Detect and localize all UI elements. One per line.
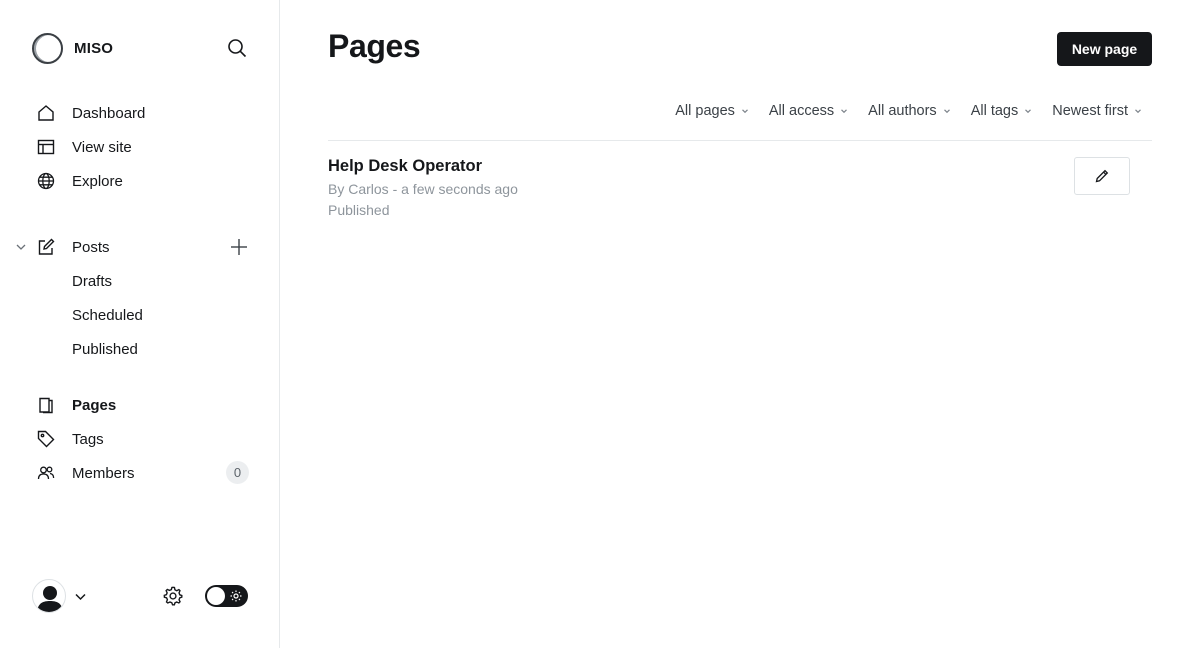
chevron-down-icon: [943, 107, 951, 115]
sun-icon: [229, 589, 243, 603]
filter-label: All tags: [970, 103, 1019, 119]
site-logo: [32, 32, 63, 64]
sidebar-item-published[interactable]: Published: [72, 336, 138, 362]
nav-item-dashboard[interactable]: Dashboard: [36, 99, 145, 127]
tag-icon: [36, 429, 56, 449]
nav-item-tags[interactable]: Tags: [36, 425, 104, 453]
chevron-down-icon: [741, 107, 749, 115]
gear-icon: [163, 586, 183, 606]
nav-item-explore[interactable]: Explore: [36, 167, 123, 195]
filter-access[interactable]: All access: [769, 103, 848, 119]
filter-label: All pages: [675, 103, 735, 119]
home-icon: [36, 103, 56, 123]
nav-item-label: Posts: [72, 238, 110, 256]
nav-item-posts[interactable]: Posts: [36, 233, 110, 261]
toggle-knob: [207, 587, 225, 605]
sidebar: MISO Dashboard View site Explore Posts D: [0, 0, 280, 648]
members-icon: [36, 463, 56, 483]
nav-item-members[interactable]: Members: [36, 459, 135, 487]
nav-item-view-site[interactable]: View site: [36, 133, 132, 161]
chevron-down-icon: [1024, 107, 1032, 115]
nav-item-pages[interactable]: Pages: [36, 391, 116, 419]
list-item[interactable]: Help Desk Operator By Carlos - a few sec…: [328, 141, 1152, 231]
sidebar-item-drafts[interactable]: Drafts: [72, 268, 112, 294]
posts-collapse-toggle[interactable]: [14, 240, 28, 254]
plus-icon: [231, 239, 247, 255]
brand[interactable]: MISO: [32, 32, 113, 64]
new-page-button[interactable]: New page: [1057, 32, 1152, 66]
page-item-title[interactable]: Help Desk Operator: [328, 157, 482, 176]
filter-type[interactable]: All pages: [675, 103, 749, 119]
pencil-icon: [1095, 169, 1109, 183]
edit-page-button[interactable]: [1074, 157, 1130, 195]
filter-label: Newest first: [1052, 103, 1128, 119]
theme-toggle[interactable]: [205, 585, 248, 607]
filter-bar: All pages All access All authors All tag…: [675, 100, 1142, 122]
new-post-button[interactable]: [228, 236, 250, 258]
filter-authors[interactable]: All authors: [868, 103, 951, 119]
page-icon: [36, 395, 56, 415]
filter-label: All access: [768, 103, 835, 119]
nav-item-label: Tags: [72, 430, 104, 448]
chevron-down-icon: [74, 593, 86, 600]
chevron-down-icon: [1134, 107, 1142, 115]
search-icon: [228, 39, 247, 58]
globe-icon: [36, 171, 56, 191]
filter-tags[interactable]: All tags: [971, 103, 1033, 119]
settings-button[interactable]: [161, 584, 185, 608]
chevron-down-icon: [840, 107, 848, 115]
members-count-badge: 0: [226, 461, 249, 484]
user-avatar[interactable]: [32, 579, 66, 613]
chevron-down-icon: [16, 244, 26, 250]
layout-icon: [36, 137, 56, 157]
page-item-meta: By Carlos - a few seconds ago: [328, 181, 518, 197]
user-icon: [37, 586, 63, 612]
user-menu-toggle[interactable]: [72, 588, 88, 604]
nav-item-label: Dashboard: [72, 104, 146, 122]
filter-sort[interactable]: Newest first: [1052, 103, 1142, 119]
sidebar-item-scheduled[interactable]: Scheduled: [72, 302, 143, 328]
page-title: Pages: [328, 28, 421, 64]
nav-item-label: Explore: [72, 172, 123, 190]
site-name: MISO: [74, 39, 114, 57]
edit-icon: [36, 237, 56, 257]
nav-item-label: Members: [72, 464, 135, 482]
filter-label: All authors: [868, 103, 937, 119]
nav-item-label: Pages: [72, 396, 117, 414]
search-button[interactable]: [225, 36, 249, 60]
status-badge: Published: [328, 202, 390, 218]
nav-item-label: View site: [72, 138, 132, 156]
